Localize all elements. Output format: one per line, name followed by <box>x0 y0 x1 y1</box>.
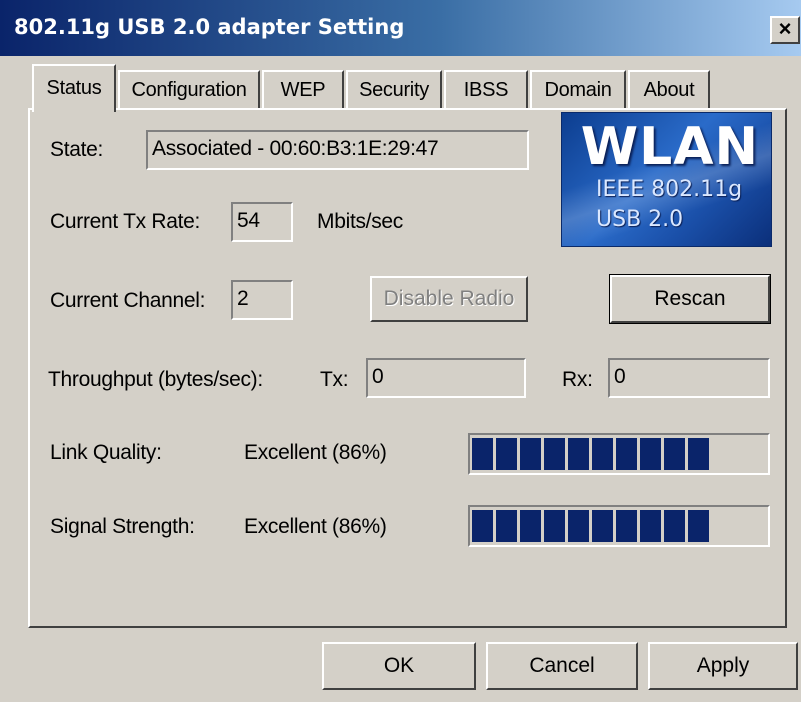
meter-block <box>568 438 589 470</box>
channel-label: Current Channel: <box>50 289 206 312</box>
cancel-button[interactable]: Cancel <box>486 642 638 690</box>
tab-domain[interactable]: Domain <box>530 70 626 110</box>
tab-configuration[interactable]: Configuration <box>118 70 260 110</box>
tx-rate-unit: Mbits/sec <box>317 210 403 233</box>
close-button[interactable]: × <box>770 16 800 44</box>
meter-block <box>592 510 613 542</box>
signal-strength-label: Signal Strength: <box>50 515 195 538</box>
window-title: 802.11g USB 2.0 adapter Setting <box>14 15 405 39</box>
link-quality-fill <box>472 438 709 470</box>
tab-label: Domain <box>544 79 612 101</box>
settings-dialog: 802.11g USB 2.0 adapter Setting × Status… <box>0 0 801 702</box>
logo-title: WLAN <box>580 117 759 177</box>
rx-label: Rx: <box>562 368 593 391</box>
tx-throughput-field: 0 <box>366 358 526 398</box>
meter-block <box>472 438 493 470</box>
tab-about[interactable]: About <box>628 70 710 110</box>
rx-throughput-field: 0 <box>608 358 770 398</box>
meter-block <box>640 438 661 470</box>
meter-block <box>472 510 493 542</box>
logo-standard: IEEE 802.11g <box>596 177 743 202</box>
state-label: State: <box>50 138 104 161</box>
tab-security[interactable]: Security <box>346 70 442 110</box>
tab-wep[interactable]: WEP <box>262 70 344 110</box>
apply-button[interactable]: Apply <box>648 642 798 690</box>
meter-block <box>688 510 709 542</box>
meter-block <box>520 510 541 542</box>
title-bar[interactable]: 802.11g USB 2.0 adapter Setting × <box>0 0 801 56</box>
meter-block <box>544 510 565 542</box>
meter-block <box>568 510 589 542</box>
link-quality-label: Link Quality: <box>50 441 162 464</box>
link-quality-meter <box>468 433 770 475</box>
channel-field: 2 <box>231 280 293 320</box>
meter-block <box>496 438 517 470</box>
meter-block <box>496 510 517 542</box>
rescan-button[interactable]: Rescan <box>609 274 771 324</box>
tx-rate-label: Current Tx Rate: <box>50 210 201 233</box>
meter-block <box>616 510 637 542</box>
state-field: Associated - 00:60:B3:1E:29:47 <box>146 130 529 170</box>
link-quality-value: Excellent (86%) <box>244 441 387 464</box>
meter-block <box>664 510 685 542</box>
tab-label: Status <box>46 77 102 99</box>
signal-strength-meter <box>468 505 770 547</box>
tab-ibss[interactable]: IBSS <box>444 70 528 110</box>
logo-interface: USB 2.0 <box>596 207 684 232</box>
signal-strength-value: Excellent (86%) <box>244 515 387 538</box>
ok-button[interactable]: OK <box>322 642 476 690</box>
wlan-logo: WLAN IEEE 802.11g USB 2.0 <box>561 112 772 247</box>
meter-block <box>640 510 661 542</box>
tab-label: Security <box>359 79 429 101</box>
meter-block <box>544 438 565 470</box>
meter-block <box>664 438 685 470</box>
disable-radio-button[interactable]: Disable Radio <box>370 276 528 322</box>
throughput-label: Throughput (bytes/sec): <box>48 368 263 391</box>
meter-block <box>520 438 541 470</box>
signal-strength-fill <box>472 510 709 542</box>
close-icon: × <box>778 16 792 41</box>
tx-rate-field: 54 <box>231 202 293 242</box>
meter-block <box>592 438 613 470</box>
meter-block <box>688 438 709 470</box>
meter-block <box>616 438 637 470</box>
tab-label: Configuration <box>131 79 247 101</box>
tx-label: Tx: <box>320 368 349 391</box>
tab-label: About <box>643 79 695 101</box>
tab-status[interactable]: Status <box>32 64 116 112</box>
tab-label: WEP <box>280 79 326 101</box>
tab-label: IBSS <box>463 79 509 101</box>
